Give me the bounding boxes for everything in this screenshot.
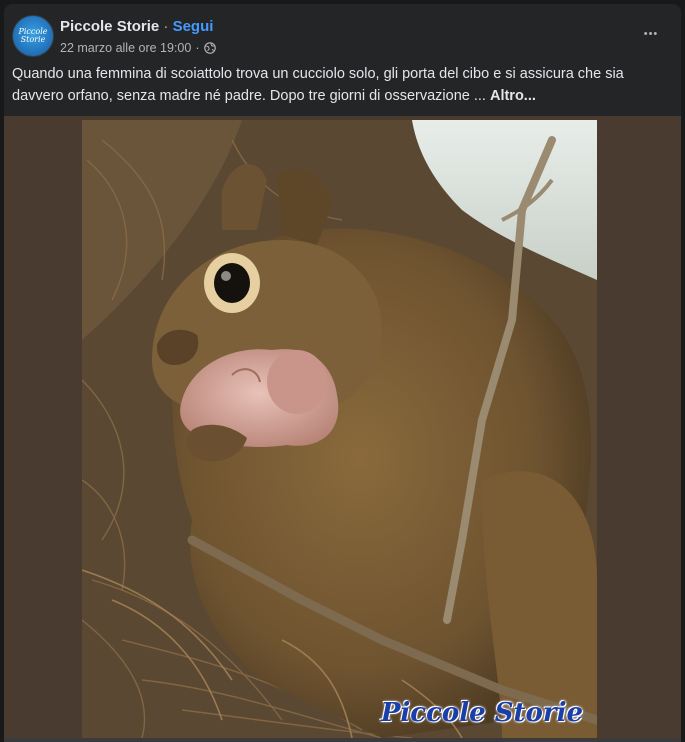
see-more-link[interactable]: Altro... xyxy=(490,88,536,104)
page-name-line: Piccole Storie · Segui xyxy=(60,18,213,35)
squirrel-photo[interactable]: Piccole Storie xyxy=(82,120,597,738)
avatar-logo-text: Piccole Storie xyxy=(18,27,48,44)
name-separator: · xyxy=(159,18,173,35)
image-watermark: Piccole Storie xyxy=(380,698,583,728)
post-header: Piccole Storie Piccole Storie · Segui 22… xyxy=(4,4,681,64)
photo-illustration xyxy=(82,120,597,738)
post-caption: Quando una femmina di scoiattolo trova u… xyxy=(12,64,662,107)
page-avatar[interactable]: Piccole Storie xyxy=(12,15,54,57)
meta-separator: · xyxy=(195,41,200,55)
page-name-link[interactable]: Piccole Storie xyxy=(60,18,159,35)
post-timestamp[interactable]: 22 marzo alle ore 19:00 xyxy=(60,41,191,55)
more-options-icon[interactable]: ••• xyxy=(635,18,667,50)
bottom-divider xyxy=(4,738,681,742)
more-options-label: ••• xyxy=(643,28,659,40)
globe-icon xyxy=(203,42,216,54)
post-meta: 22 marzo alle ore 19:00 · xyxy=(60,41,216,55)
follow-button[interactable]: Segui xyxy=(173,18,214,35)
post-card: Piccole Storie Piccole Storie · Segui 22… xyxy=(4,4,681,742)
post-media[interactable]: Piccole Storie xyxy=(4,116,681,742)
